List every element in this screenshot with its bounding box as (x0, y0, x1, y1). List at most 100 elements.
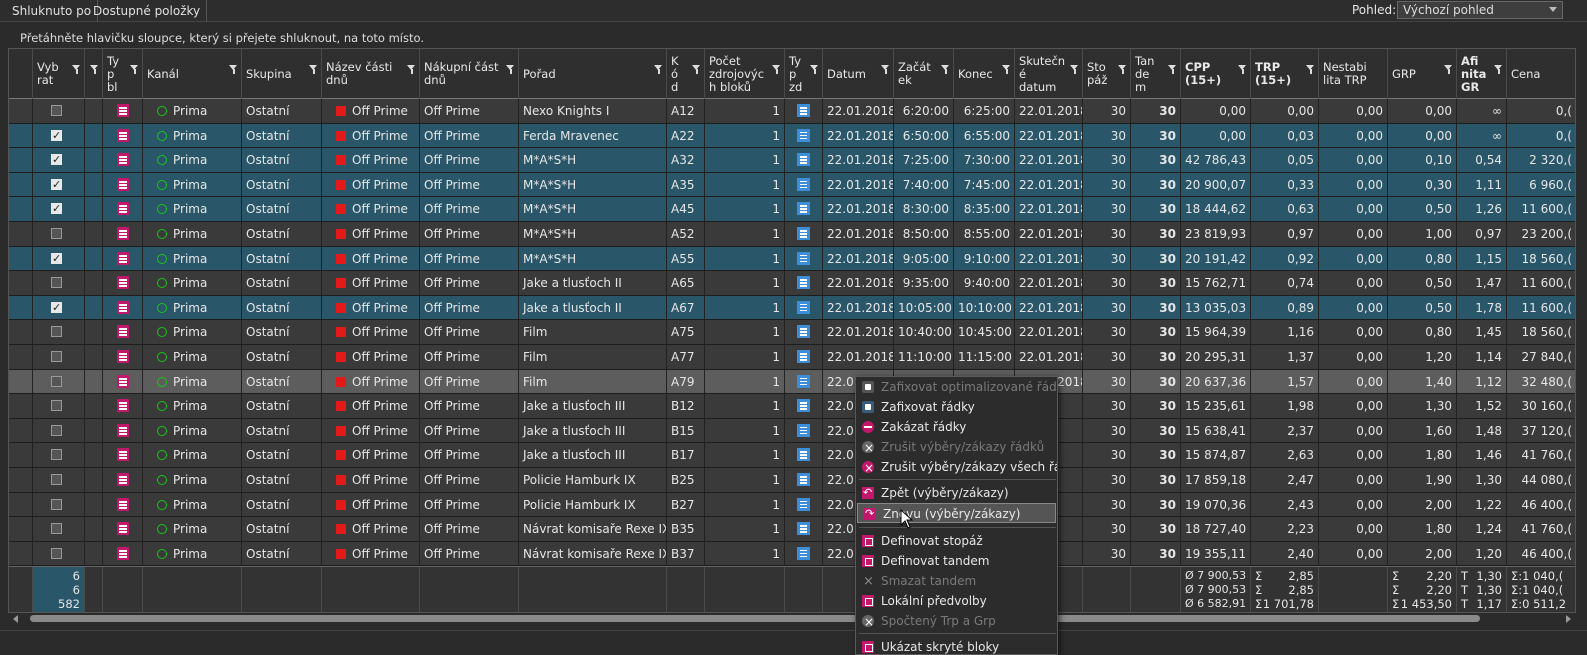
scroll-right-icon[interactable] (1566, 615, 1571, 623)
cell-select[interactable] (33, 369, 85, 394)
column-header-typzd[interactable]: Ty p zd (785, 49, 823, 99)
column-header-konec[interactable]: Konec (954, 49, 1015, 99)
column-header-porad[interactable]: Pořad (519, 49, 667, 99)
row-header[interactable] (9, 148, 33, 172)
row-header[interactable] (9, 345, 33, 369)
row-header[interactable] (9, 246, 33, 271)
row-header[interactable] (9, 320, 33, 344)
menu-item[interactable]: Zrušit výběry/zákazy všech řádků (856, 457, 1057, 478)
filter-icon[interactable] (772, 65, 781, 75)
row-header[interactable] (9, 172, 33, 197)
select-checkbox[interactable] (51, 277, 62, 289)
cell-select[interactable] (33, 492, 85, 517)
table-row[interactable]: PrimaOstatníOff PrimeOff PrimeM*A*S*HA55… (9, 246, 1575, 272)
table-row[interactable]: PrimaOstatníOff PrimeOff PrimeJake a tlu… (9, 443, 1575, 468)
filter-icon[interactable] (309, 65, 318, 75)
tab-grouped-by[interactable]: Shluknuto po (6, 0, 99, 22)
cell-select[interactable] (33, 246, 85, 271)
select-checkbox[interactable] (51, 498, 62, 510)
column-header-skutecne[interactable]: Skutečn é datum (1015, 49, 1083, 99)
table-row[interactable]: Prima Ostatní Off Prime Off Prime Nexo Knigh… (9, 99, 1575, 124)
scrollbar-thumb[interactable] (30, 615, 1480, 622)
filter-icon[interactable] (1118, 65, 1127, 75)
table-row[interactable]: PrimaOstatníOff PrimeOff PrimeM*A*S*HA32… (9, 148, 1575, 173)
row-header[interactable] (9, 123, 33, 148)
cell-select[interactable] (33, 271, 85, 295)
select-checkbox[interactable] (51, 326, 62, 338)
filter-icon[interactable] (407, 65, 416, 75)
table-row[interactable]: Prima Ostatní Off Prime Off Prime M*A*S*H A52… (9, 222, 1575, 247)
row-header[interactable] (9, 492, 33, 517)
cell-select[interactable] (33, 320, 85, 344)
cell-select[interactable] (33, 222, 85, 246)
filter-icon[interactable] (1444, 65, 1453, 75)
row-header[interactable] (9, 443, 33, 467)
column-header-nakupni[interactable]: Nákupní část dnů (420, 49, 519, 99)
column-header-nestabilita[interactable]: Nestabi lita TRP (1319, 49, 1388, 99)
cell-select[interactable] (33, 443, 85, 467)
menu-item[interactable]: Definovat tandem (856, 551, 1057, 571)
row-header[interactable] (9, 295, 33, 320)
column-header-pocet[interactable]: Počet zdrojovýc h bloků (705, 49, 785, 99)
column-header-cena[interactable]: Cena (1507, 49, 1575, 99)
column-header-vybrat[interactable]: Vyb rat (33, 49, 85, 99)
filter-icon[interactable] (506, 65, 515, 75)
filter-icon[interactable] (90, 65, 99, 75)
horizontal-scrollbar[interactable] (8, 614, 1576, 624)
column-header-rowhdr[interactable] (9, 49, 33, 99)
filter-icon[interactable] (1070, 65, 1079, 75)
filter-icon[interactable] (1238, 65, 1247, 75)
filter-icon[interactable] (881, 65, 890, 75)
table-row[interactable]: PrimaOstatníOff PrimeOff PrimeFilmA79122… (9, 369, 1575, 395)
menu-item[interactable]: Definovat stopáž (856, 531, 1057, 551)
column-header-tandem[interactable]: Tan de m (1131, 49, 1181, 99)
filter-icon[interactable] (1168, 65, 1177, 75)
column-header-afinita[interactable]: Afi nita GR (1457, 49, 1507, 99)
filter-icon[interactable] (1494, 65, 1503, 75)
column-header-trp[interactable]: TRP (15+) (1251, 49, 1319, 99)
select-checkbox[interactable] (51, 105, 62, 116)
group-drop-area[interactable]: Přetáhněte hlavičku sloupce, který si př… (0, 22, 1587, 48)
filter-icon[interactable] (654, 65, 663, 75)
menu-item[interactable]: Znovu (výběry/zákazy) (857, 503, 1056, 524)
table-row[interactable]: PrimaOstatníOff PrimeOff PrimeJake a tlu… (9, 271, 1575, 296)
table-row[interactable]: Prima Ostatní Off Prime Off Prime Policie Ha… (9, 492, 1575, 518)
row-header[interactable] (9, 541, 33, 566)
column-header-kod[interactable]: K ó d (667, 49, 705, 99)
column-header-zacatek[interactable]: Začát ek (894, 49, 954, 99)
table-row[interactable]: Prima Ostatní Off Prime Off Prime Film A75 1 22… (9, 320, 1575, 345)
view-select[interactable]: Výchozí pohled (1397, 1, 1563, 19)
table-row[interactable]: PrimaOstatníOff PrimeOff PrimeM*A*S*HA35… (9, 172, 1575, 198)
table-row[interactable]: Prima Ostatní Off Prime Off Prime Návrat kom… (9, 517, 1575, 542)
cell-select[interactable] (33, 295, 85, 320)
row-header[interactable] (9, 197, 33, 221)
column-header-grp[interactable]: GRP (1388, 49, 1457, 99)
cell-select[interactable] (33, 197, 85, 221)
row-header[interactable] (9, 517, 33, 541)
cell-select[interactable] (33, 418, 85, 443)
select-checkbox[interactable] (51, 173, 62, 196)
select-checkbox[interactable] (51, 375, 62, 387)
cell-select[interactable] (33, 99, 85, 123)
table-row[interactable]: Prima Ostatní Off Prime Off Prime Policie Ha… (9, 468, 1575, 493)
filter-icon[interactable] (1306, 65, 1315, 75)
menu-item[interactable]: Ukázat skryté bloky (856, 637, 1057, 654)
cell-select[interactable] (33, 172, 85, 197)
select-checkbox[interactable] (51, 148, 62, 172)
column-header-skupina[interactable]: Skupina (242, 49, 322, 99)
row-header[interactable] (9, 418, 33, 443)
table-row[interactable]: PrimaOstatníOff PrimeOff PrimeJake a tlu… (9, 295, 1575, 321)
filter-icon[interactable] (692, 65, 701, 75)
table-row[interactable]: PrimaOstatníOff PrimeOff PrimeFerda Mrav… (9, 123, 1575, 149)
select-checkbox[interactable] (51, 197, 62, 221)
row-header[interactable] (9, 99, 33, 123)
table-row[interactable]: PrimaOstatníOff PrimeOff PrimeJake a tlu… (9, 418, 1575, 444)
filter-icon[interactable] (130, 65, 139, 75)
select-checkbox[interactable] (51, 351, 62, 362)
cell-select[interactable] (33, 517, 85, 541)
menu-item[interactable]: Zakázat řádky (856, 417, 1057, 437)
select-checkbox[interactable] (51, 247, 62, 270)
table-row[interactable]: PrimaOstatníOff PrimeOff PrimeJake a tlu… (9, 394, 1575, 419)
menu-item[interactable]: Zpět (výběry/zákazy) (856, 483, 1057, 503)
filter-icon[interactable] (810, 65, 819, 75)
